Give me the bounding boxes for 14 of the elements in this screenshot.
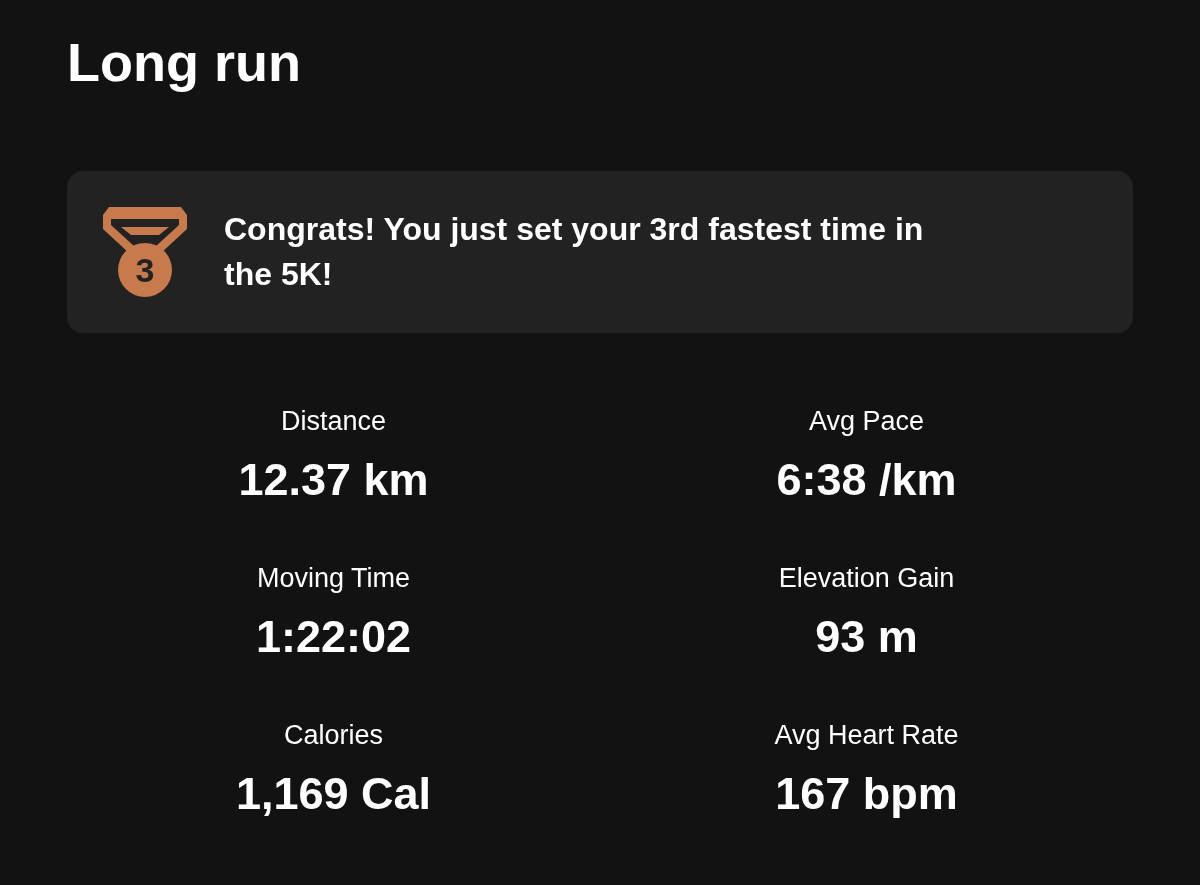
stat-value: 6:38 /km	[776, 453, 957, 507]
achievement-message: Congrats! You just set your 3rd fastest time in the 5K!	[224, 210, 925, 294]
stat-value: 93 m	[815, 610, 918, 664]
page-title: Long run	[67, 31, 301, 94]
stat-label: Avg Heart Rate	[774, 719, 959, 752]
stat-label: Elevation Gain	[778, 562, 955, 595]
stat-label: Distance	[280, 405, 386, 438]
stat-value: 12.37 km	[238, 453, 429, 507]
stat-value: 1,169 Cal	[235, 767, 432, 821]
stat-value: 167 bpm	[775, 767, 958, 821]
stat-label: Avg Pace	[808, 405, 925, 438]
stat-label: Moving Time	[256, 562, 411, 595]
stat-label: Calories	[283, 719, 383, 752]
stat-value: 1:22:02	[255, 610, 412, 664]
